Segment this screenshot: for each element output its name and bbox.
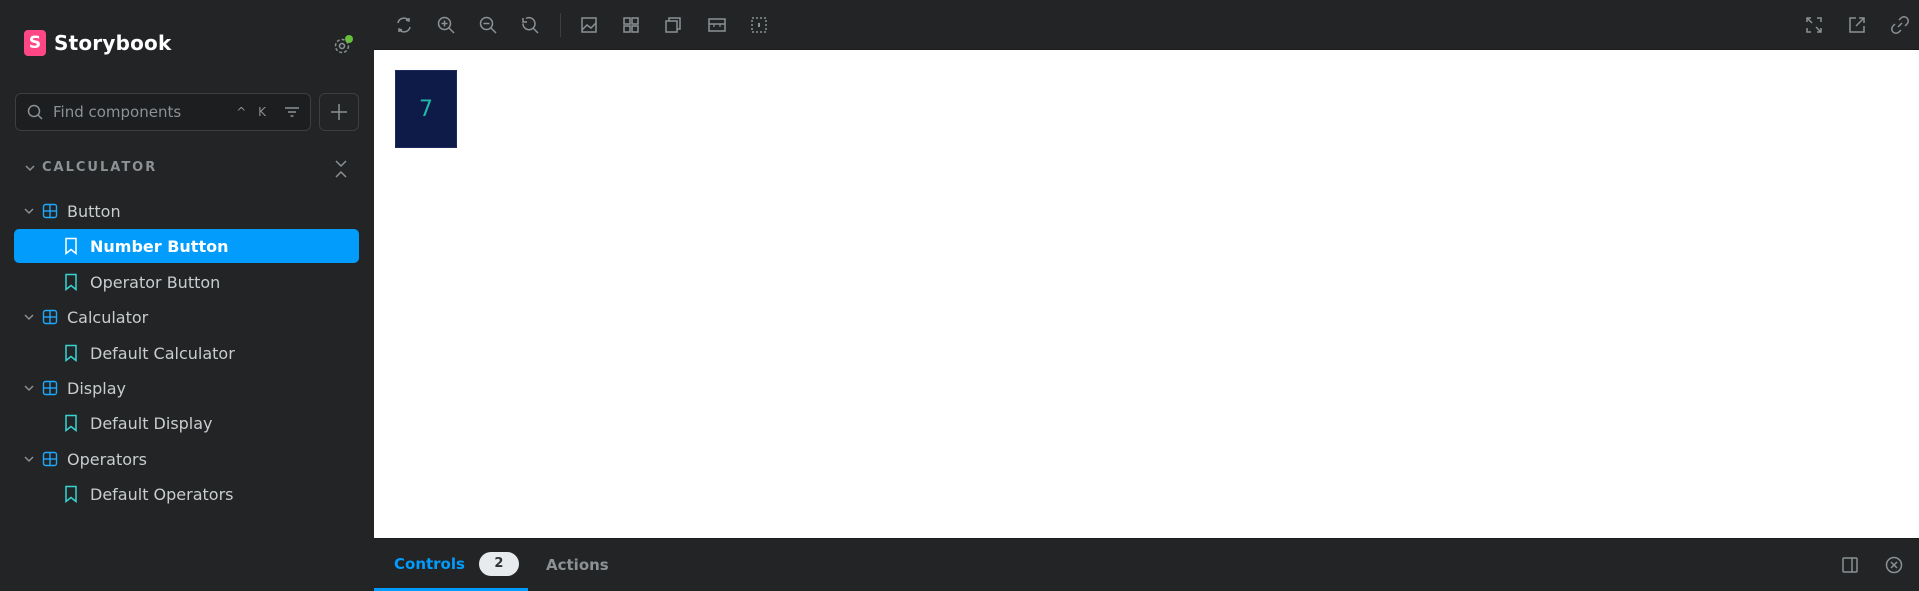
tab-controls-label: Controls — [394, 554, 465, 573]
search-input[interactable]: Find components ^ K — [15, 93, 311, 131]
component-icon — [42, 451, 58, 467]
status-dot — [345, 35, 353, 43]
toolbar-separator — [560, 13, 561, 37]
tab-actions-label: Actions — [546, 556, 609, 574]
preview-canvas: 7 — [374, 50, 1919, 538]
story-item[interactable]: Number Button — [14, 229, 359, 263]
zoom-reset-icon[interactable] — [520, 15, 540, 35]
tree-item-label: Number Button — [90, 236, 229, 256]
fullscreen-icon[interactable] — [1804, 15, 1824, 35]
tree-item-label: Default Display — [90, 413, 213, 433]
zoom-in-icon[interactable] — [436, 15, 456, 35]
tab-actions[interactable]: Actions — [546, 539, 609, 591]
remount-icon[interactable] — [394, 15, 414, 35]
chevron-down-icon — [24, 385, 34, 392]
tree-item-label: Calculator — [67, 307, 149, 327]
grid-icon[interactable] — [621, 15, 641, 35]
sidebar: S Storybook Find components ^ K CALCULAT… — [0, 0, 374, 591]
story-item[interactable]: Default Display — [14, 406, 359, 440]
component-icon — [42, 380, 58, 396]
measure-icon[interactable] — [707, 15, 727, 35]
filter-icon[interactable] — [284, 104, 300, 120]
bookmark-icon — [65, 414, 77, 432]
bookmark-icon — [65, 273, 77, 291]
copy-link-icon[interactable] — [1890, 15, 1910, 35]
tree-item-label: Default Operators — [90, 484, 234, 504]
viewport-icon[interactable] — [663, 15, 683, 35]
plus-icon — [331, 104, 347, 120]
tree-item-label: Operators — [67, 449, 147, 469]
component-item[interactable]: Calculator — [14, 300, 359, 334]
bookmark-icon — [65, 344, 77, 362]
collapse-all-icon[interactable] — [334, 158, 348, 180]
story-item[interactable]: Operator Button — [14, 265, 359, 299]
storybook-logo-icon: S — [24, 30, 46, 56]
bookmark-icon — [65, 237, 77, 255]
settings-button[interactable] — [332, 35, 353, 56]
outline-icon[interactable] — [749, 15, 769, 35]
panel-position-icon[interactable] — [1840, 555, 1860, 575]
component-item[interactable]: Button — [14, 194, 359, 228]
tab-controls[interactable]: Controls 2 — [374, 539, 528, 591]
addons-panel: Controls 2 Actions — [374, 538, 1919, 591]
component-icon — [42, 309, 58, 325]
tree-item-label: Default Calculator — [90, 343, 235, 363]
controls-count-badge: 2 — [478, 551, 519, 576]
create-story-button[interactable] — [319, 93, 359, 131]
background-icon[interactable] — [579, 15, 599, 35]
section-label: CALCULATOR — [42, 160, 158, 175]
chevron-down-icon — [24, 456, 34, 463]
preview-toolbar — [374, 0, 1919, 50]
component-item[interactable]: Display — [14, 371, 359, 405]
bookmark-icon — [65, 485, 77, 503]
search-placeholder: Find components — [53, 103, 182, 121]
search-shortcut: ^ K — [236, 105, 270, 119]
zoom-out-icon[interactable] — [478, 15, 498, 35]
tree-item-label: Display — [67, 378, 126, 398]
chevron-down-icon — [24, 314, 34, 321]
tree-item-label: Button — [67, 201, 121, 221]
section-header[interactable]: CALCULATOR — [24, 160, 157, 175]
open-new-tab-icon[interactable] — [1847, 15, 1867, 35]
close-panel-icon[interactable] — [1884, 555, 1904, 575]
chevron-down-icon — [24, 208, 34, 215]
tree-item-label: Operator Button — [90, 272, 221, 292]
search-icon — [27, 104, 43, 120]
chevron-down-icon — [25, 164, 35, 171]
storybook-logo[interactable]: S Storybook — [24, 30, 172, 56]
story-item[interactable]: Default Calculator — [14, 336, 359, 370]
component-item[interactable]: Operators — [14, 442, 359, 476]
number-button-preview[interactable]: 7 — [395, 70, 457, 148]
story-item[interactable]: Default Operators — [14, 477, 359, 511]
component-icon — [42, 203, 58, 219]
brand-name: Storybook — [54, 31, 172, 55]
